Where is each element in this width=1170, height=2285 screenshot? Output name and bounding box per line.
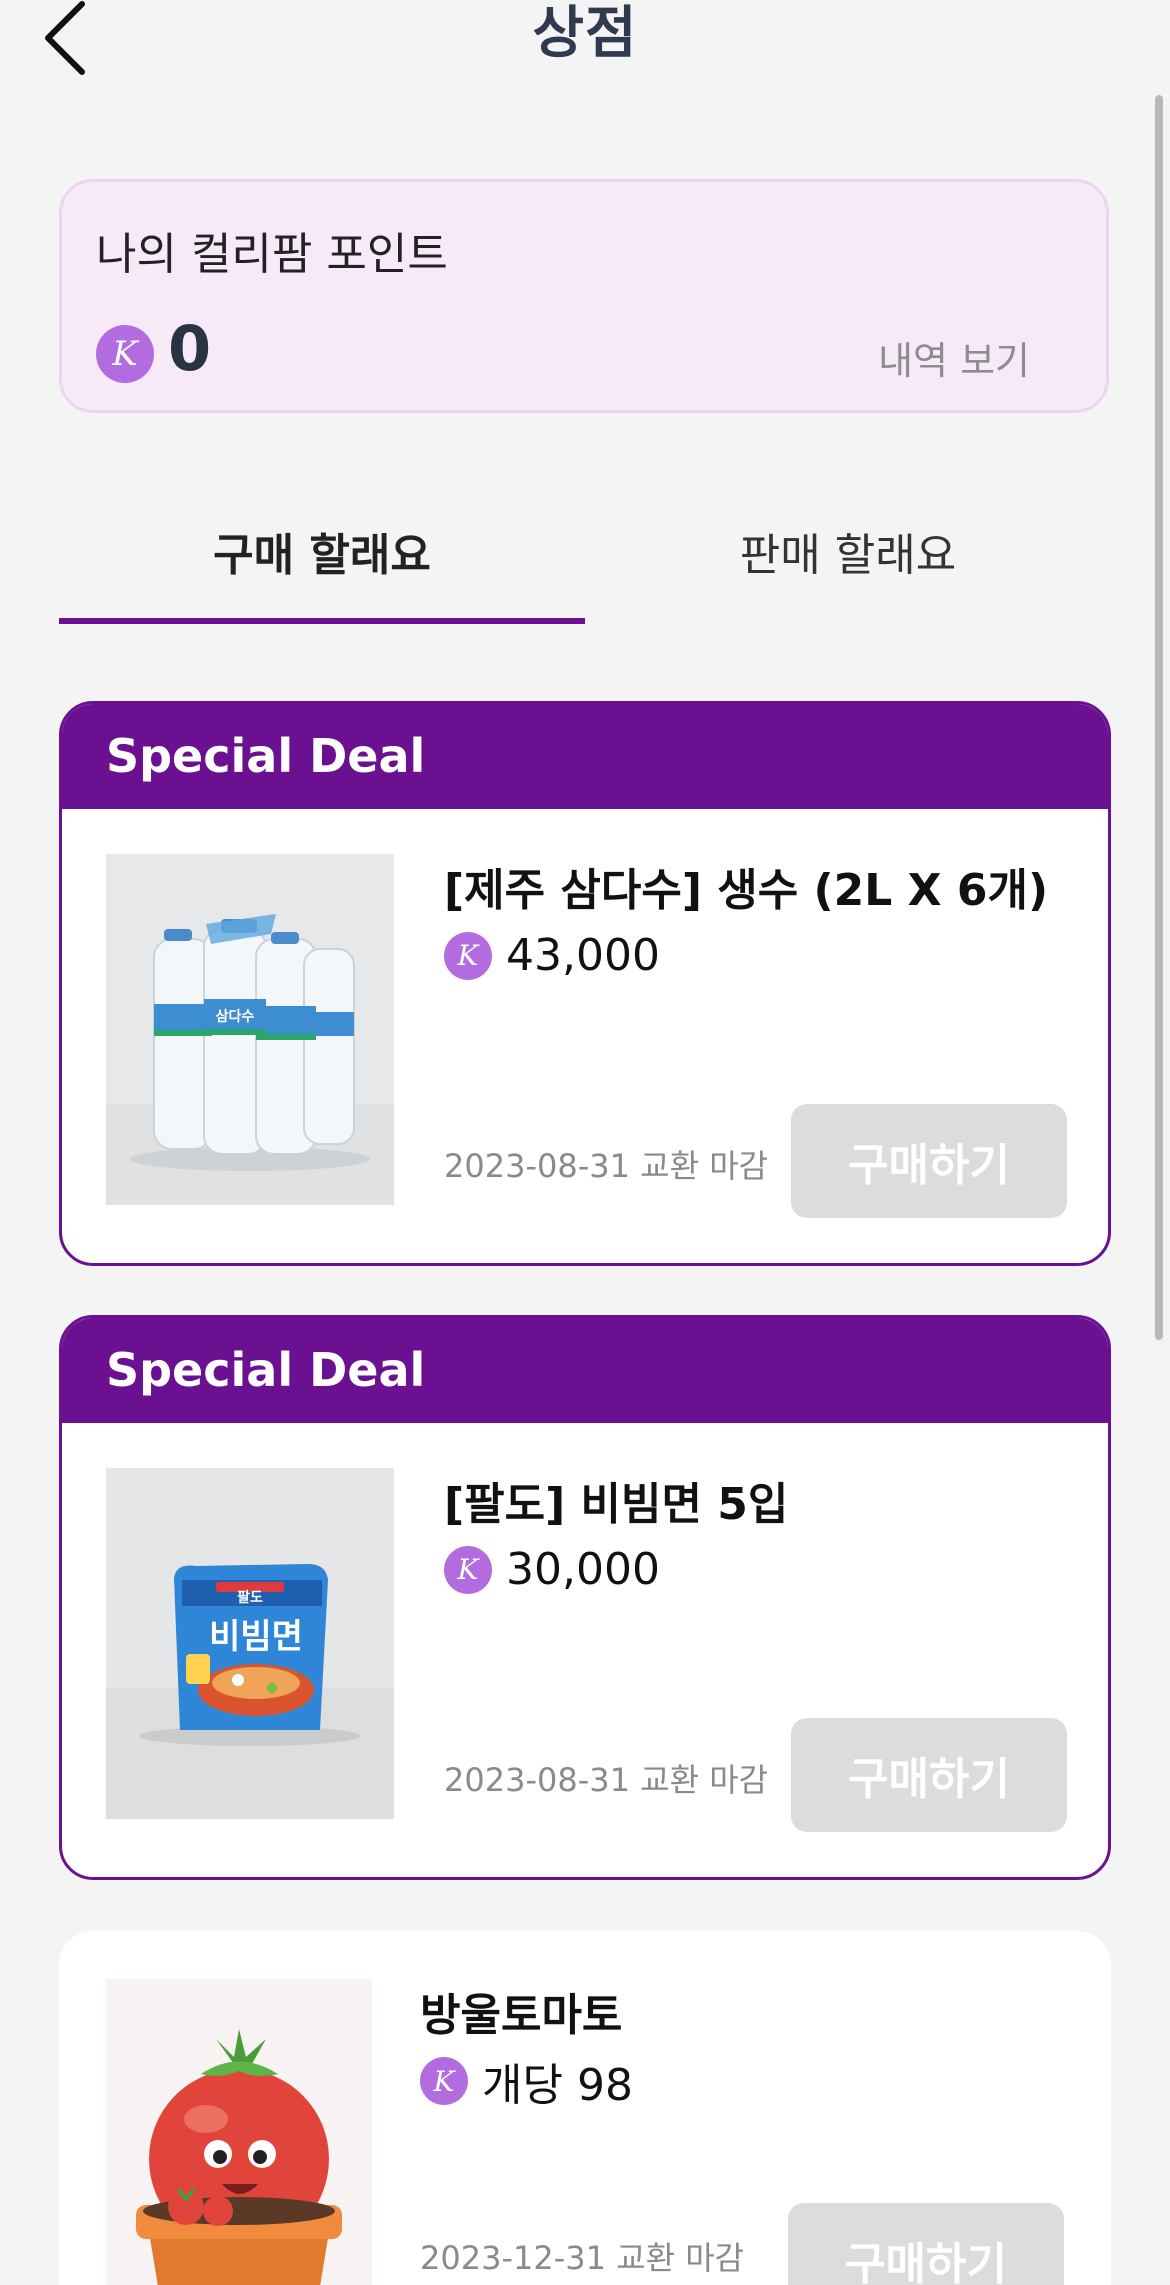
exchange-deadline: 2023-08-31 교환 마감 [444,1761,769,1799]
product-card[interactable]: Special Deal 팔도 비빔면 [팔도] 비빔면 5입 K 30,000 [59,1315,1111,1880]
product-name: 방울토마토 [420,1990,623,2041]
product-image-tomato [106,1979,372,2285]
points-title: 나의 컬리팜 포인트 [96,229,448,280]
history-link[interactable]: 내역 보기 [878,330,1030,385]
points-card: 나의 컬리팜 포인트 K 0 내역 보기 [59,179,1109,413]
product-name: [팔도] 비빔면 5입 [444,1479,789,1530]
product-price: 43,000 [506,930,660,981]
exchange-deadline: 2023-08-31 교환 마감 [444,1147,769,1185]
buy-button[interactable]: 구매하기 [791,1718,1067,1832]
price-row: K 개당 98 [420,2049,633,2113]
tab-sell[interactable]: 판매 할래요 [585,500,1111,624]
price-row: K 30,000 [444,1544,660,1595]
water-label-text: 삼다수 [216,1009,255,1025]
k-coin-icon: K [420,2057,468,2105]
shop-page: 상점 나의 컬리팜 포인트 K 0 내역 보기 구매 할래요 판매 할래요 Sp… [0,0,1170,2285]
special-deal-banner: Special Deal [62,1318,1108,1423]
points-value: 0 [168,312,212,385]
buy-button[interactable]: 구매하기 [788,2203,1064,2285]
k-coin-icon: K [96,325,154,383]
product-name: [제주 삼다수] 생수 (2L X 6개) [444,865,1049,916]
product-image-water: 삼다수 [106,854,394,1205]
special-deal-banner: Special Deal [62,704,1108,809]
price-row: K 43,000 [444,930,660,981]
product-image-noodles: 팔도 비빔면 [106,1468,394,1819]
tab-bar: 구매 할래요 판매 할래요 [59,500,1109,624]
noodle-label-text: 비빔면 [209,1617,303,1657]
k-coin-icon: K [444,1545,492,1594]
product-price: 30,000 [506,1544,660,1595]
product-card[interactable]: 방울토마토 K 개당 98 2023-12-31 교환 마감 구매하기 [59,1931,1111,2285]
scrollbar[interactable] [1155,95,1163,1340]
noodle-brand-text: 팔도 [237,1589,263,1606]
header: 상점 [0,0,1170,80]
tab-buy[interactable]: 구매 할래요 [59,500,585,624]
exchange-deadline: 2023-12-31 교환 마감 [420,2239,745,2277]
product-price: 개당 98 [482,2060,633,2111]
buy-button[interactable]: 구매하기 [791,1104,1067,1218]
product-card[interactable]: Special Deal 삼다수 [제주 삼다수] 생수 (2L X 6개) K… [59,701,1111,1266]
k-coin-icon: K [444,931,492,980]
page-title: 상점 [532,1,638,66]
